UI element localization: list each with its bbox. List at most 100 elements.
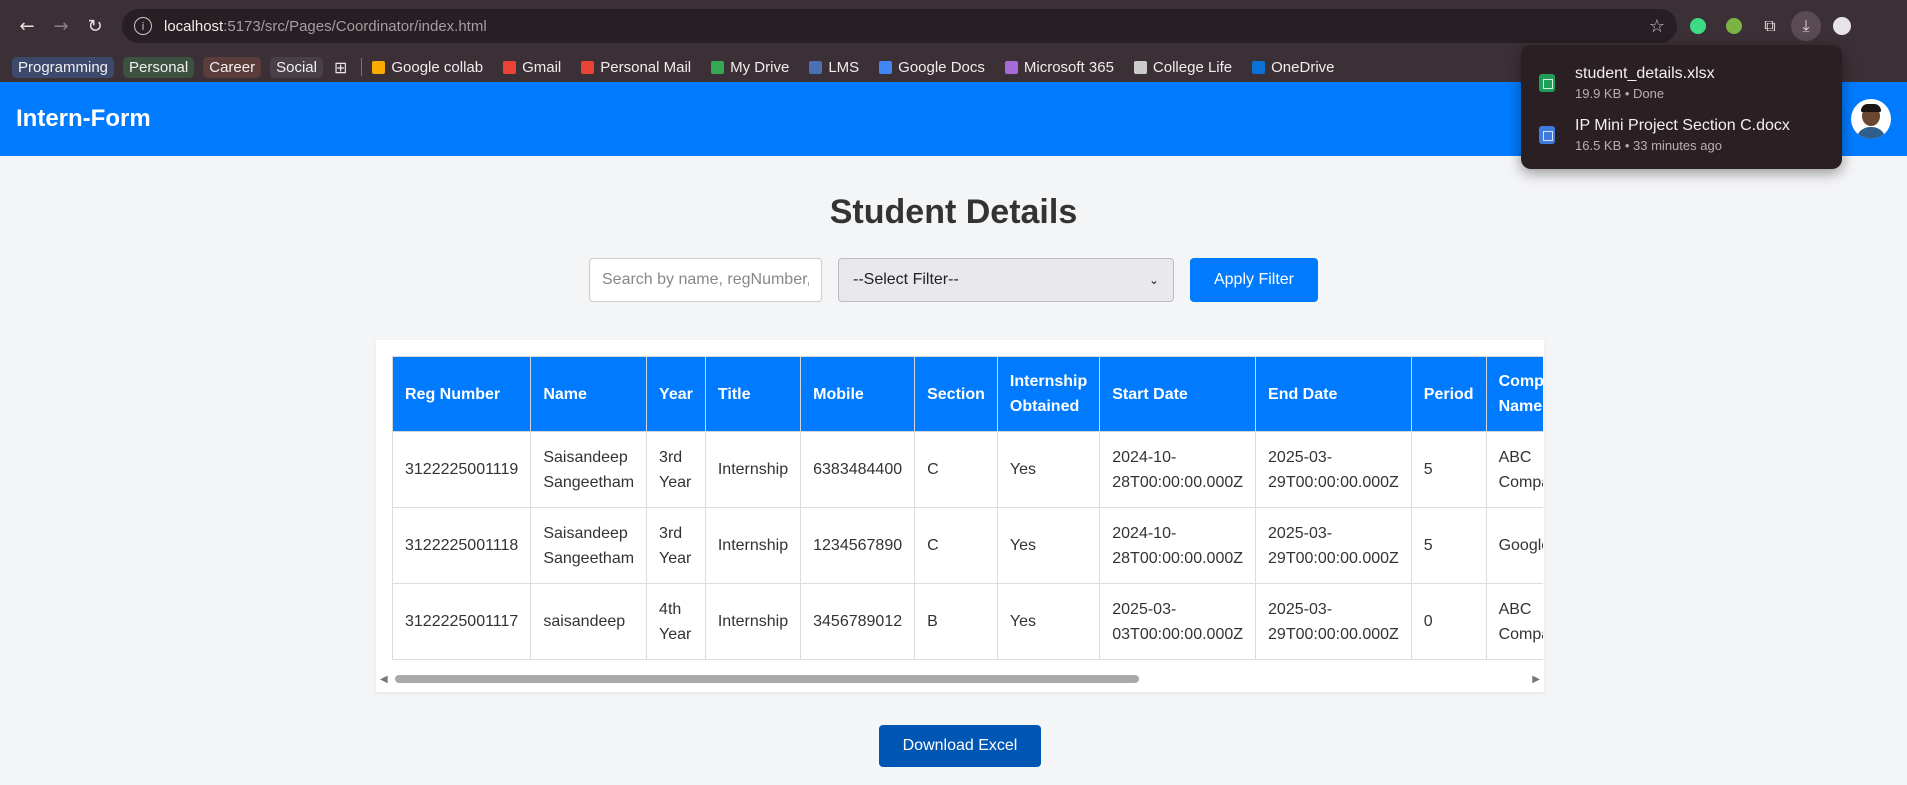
student-table: Reg Number Name Year Title Mobile Sectio… [392, 356, 1543, 660]
bookmark-label: Microsoft 365 [1023, 58, 1114, 76]
student-table-card: Reg Number Name Year Title Mobile Sectio… [376, 340, 1544, 692]
download-item[interactable]: student_details.xlsx 19.9 KB • Done [1521, 57, 1842, 109]
url-path: :5173/src/Pages/Coordinator/index.html [223, 17, 487, 35]
table-cell: Google [1485, 507, 1543, 584]
user-avatar[interactable] [1851, 99, 1891, 139]
column-header: Internship Obtained [996, 356, 1101, 432]
bookmark-item[interactable]: Google collab [372, 59, 483, 76]
downloads-icon[interactable]: ⤓ [1791, 11, 1821, 41]
bookmark-label: LMS [828, 58, 860, 76]
table-cell: 1234567890 [800, 507, 916, 584]
forward-arrow-icon[interactable]: → [44, 9, 78, 43]
download-item[interactable]: IP Mini Project Section C.docx 16.5 KB •… [1521, 109, 1842, 161]
table-cell: 3122225001119 [392, 431, 532, 508]
bookmark-group[interactable]: Social [270, 56, 323, 78]
site-info-icon[interactable]: i [134, 17, 152, 35]
column-header: Title [704, 356, 802, 432]
avatar-hair [1861, 104, 1881, 112]
scroll-left-icon[interactable]: ◀ [380, 674, 388, 685]
bookmark-group[interactable]: Career [203, 56, 262, 78]
scrollbar-thumb[interactable] [395, 675, 1139, 683]
column-header: Reg Number [392, 356, 532, 432]
table-cell: 3rd Year [646, 431, 706, 508]
bookmark-item[interactable]: OneDrive [1252, 58, 1335, 76]
extensions-puzzle-icon[interactable]: ⧉ [1755, 11, 1785, 41]
apps-grid-icon[interactable]: ⊞ [334, 58, 347, 77]
extension-android-icon[interactable] [1683, 11, 1713, 41]
scroll-right-icon[interactable]: ▶ [1532, 674, 1540, 685]
filter-bar: --Select Filter-- ⌄ Apply Filter [0, 258, 1907, 302]
bookmark-favicon-icon [581, 60, 595, 74]
bookmark-group[interactable]: Personal [123, 56, 195, 78]
apply-filter-button[interactable]: Apply Filter [1190, 258, 1318, 302]
table-cell: 4th Year [646, 583, 706, 660]
column-header: Year [646, 356, 706, 432]
bookmark-star-icon[interactable]: ☆ [1649, 16, 1665, 37]
table-cell: 2025-03-29T00:00:00.000Z [1255, 583, 1412, 660]
table-cell: Internship [704, 431, 802, 508]
bookmark-item[interactable]: College Life [1133, 58, 1233, 76]
table-cell: Saisandeep Sangeetham [530, 507, 648, 584]
bookmark-label: Google collab [391, 58, 484, 76]
back-arrow-icon[interactable]: ← [10, 9, 44, 43]
page-title: Student Details [829, 193, 1078, 231]
bookmark-item[interactable]: Google Docs [879, 59, 985, 76]
table-cell: 3122225001117 [392, 583, 532, 660]
download-filename: IP Mini Project Section C.docx [1575, 117, 1790, 134]
table-cell: Internship [704, 507, 802, 584]
bookmark-item[interactable]: Microsoft 365 [1004, 58, 1114, 76]
bookmark-label: Personal Mail [600, 58, 692, 76]
table-cell: ABC Company [1485, 583, 1543, 660]
bookmark-label: College Life [1152, 58, 1233, 76]
bookmark-item[interactable]: Gmail [503, 59, 561, 76]
table-cell: ABC Company [1485, 431, 1543, 508]
table-scroll-area[interactable]: Reg Number Name Year Title Mobile Sectio… [392, 356, 1543, 662]
bookmark-item[interactable]: Personal Mail [581, 59, 691, 76]
download-excel-button[interactable]: Download Excel [879, 725, 1041, 767]
table-cell: Internship [704, 583, 802, 660]
bookmark-favicon-icon [1133, 60, 1147, 74]
bookmark-label: OneDrive [1271, 58, 1335, 76]
column-header: Company Name [1485, 356, 1543, 432]
spreadsheet-file-icon [1539, 74, 1555, 92]
table-cell: 2025-03-29T00:00:00.000Z [1255, 507, 1412, 584]
filter-select[interactable]: --Select Filter-- ⌄ [838, 258, 1174, 302]
table-cell: 3122225001118 [392, 507, 532, 584]
brand-title[interactable]: Intern-Form [16, 105, 151, 133]
extension-green-icon[interactable] [1719, 11, 1749, 41]
address-bar[interactable]: i localhost:5173/src/Pages/Coordinator/i… [122, 9, 1677, 43]
bookmark-label: My Drive [730, 58, 790, 76]
bookmark-favicon-icon [372, 60, 386, 74]
horizontal-scrollbar[interactable]: ◀ ▶ [376, 672, 1544, 686]
filter-select-value: --Select Filter-- [853, 271, 959, 288]
bookmark-favicon-icon [879, 60, 893, 74]
table-cell: 0 [1410, 583, 1487, 660]
column-header: End Date [1255, 356, 1412, 432]
column-header: Name [530, 356, 648, 432]
search-input[interactable] [589, 258, 822, 302]
table-header-row: Reg Number Name Year Title Mobile Sectio… [392, 356, 1543, 432]
reload-icon[interactable]: ↻ [78, 9, 112, 43]
column-header: Section [914, 356, 998, 432]
table-cell: 2025-03-29T00:00:00.000Z [1255, 431, 1412, 508]
profile-icon[interactable] [1827, 11, 1857, 41]
table-cell: 5 [1410, 431, 1487, 508]
table-cell: Yes [996, 431, 1101, 508]
downloads-popup: student_details.xlsx 19.9 KB • Done IP M… [1521, 45, 1842, 169]
bookmark-favicon-icon [809, 60, 823, 74]
bookmark-item[interactable]: My Drive [711, 59, 789, 76]
bookmark-favicon-icon [1004, 60, 1018, 74]
bookmark-favicon-icon [503, 60, 517, 74]
table-row: 3122225001119 Saisandeep Sangeetham 3rd … [392, 431, 1543, 508]
bookmark-label: Google Docs [898, 58, 985, 76]
table-cell: C [914, 431, 998, 508]
column-header: Start Date [1099, 356, 1257, 432]
bookmark-group[interactable]: Programming [12, 56, 115, 78]
table-cell: 3rd Year [646, 507, 706, 584]
column-header: Period [1410, 356, 1487, 432]
bookmark-item[interactable]: LMS [809, 59, 859, 76]
url-host: localhost [164, 17, 224, 35]
avatar-body [1856, 127, 1886, 139]
table-cell: 2025-03-03T00:00:00.000Z [1099, 583, 1257, 660]
main-content: Student Details --Select Filter-- ⌄ Appl… [0, 193, 1907, 302]
